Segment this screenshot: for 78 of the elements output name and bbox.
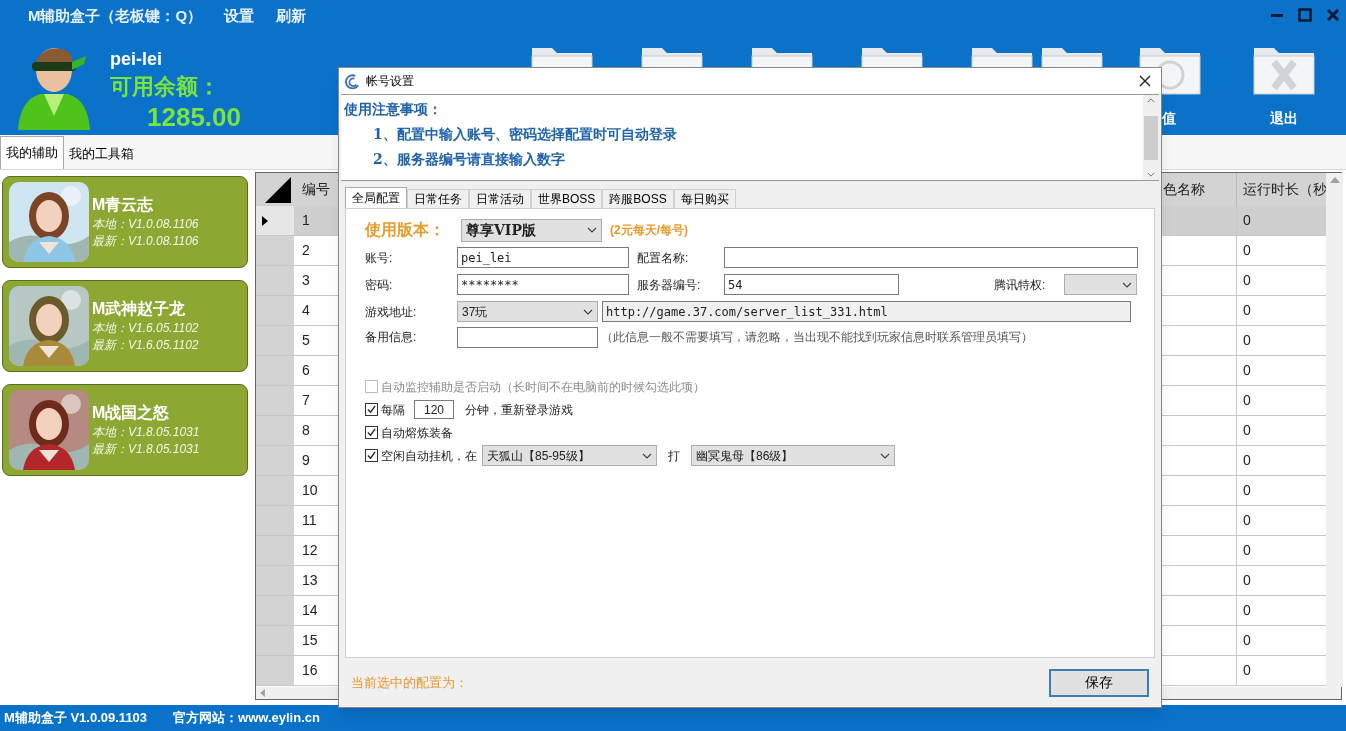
- hint-text: （此信息一般不需要填写，请忽略，当出现不能找到玩家信息时联系管理员填写）: [601, 329, 1033, 346]
- scroll-up-icon[interactable]: [1147, 98, 1155, 103]
- checkbox[interactable]: [365, 403, 378, 416]
- game-name: M青云志: [92, 195, 155, 215]
- input-field[interactable]: http://game.37.com/server_list_331.html: [602, 301, 1131, 322]
- input-field[interactable]: pei_lei: [457, 247, 629, 268]
- option-text: 打: [668, 447, 680, 465]
- input-field[interactable]: [457, 326, 598, 348]
- field-label: 服务器编号:: [637, 276, 702, 294]
- tab[interactable]: 我的辅助: [0, 136, 64, 169]
- maximize-icon[interactable]: [1298, 8, 1312, 22]
- latest-version: 最新：V1.6.05.1102: [92, 337, 199, 354]
- save-button[interactable]: 保存: [1049, 668, 1149, 697]
- checkbox[interactable]: [365, 449, 378, 462]
- balance-label: 可用余额：: [110, 73, 220, 101]
- caret-icon: [642, 452, 652, 459]
- local-version: 本地：V1.8.05.1031: [92, 424, 200, 441]
- game-name: M战国之怒: [92, 403, 171, 423]
- dropdown[interactable]: 尊享VIP版: [461, 218, 602, 242]
- notes-line: 2、服务器编号请直接输入数字: [372, 150, 566, 169]
- corner-icon: [265, 177, 291, 203]
- menu-item[interactable]: 设置: [224, 5, 255, 28]
- tab[interactable]: 每日购买: [673, 189, 736, 208]
- dropdown[interactable]: 37玩: [457, 301, 598, 322]
- field-label: 使用版本：: [365, 220, 446, 240]
- app-logo-icon: [345, 73, 360, 89]
- tab[interactable]: 日常任务: [407, 189, 469, 208]
- close-icon[interactable]: [1139, 75, 1151, 87]
- checkbox-label: 自动熔炼装备: [381, 424, 453, 442]
- latest-version: 最新：V1.0.08.1106: [92, 233, 199, 250]
- scroll-down-icon[interactable]: [1147, 172, 1155, 177]
- user-name: pei-lei: [110, 48, 162, 71]
- price-note: (2元每天/每号): [610, 222, 688, 239]
- balance-value: 1285.00: [147, 102, 241, 132]
- game-name: M武神赵子龙: [92, 299, 187, 319]
- field-label: 配置名称:: [637, 249, 690, 267]
- tab[interactable]: 跨服BOSS: [602, 189, 674, 208]
- checkbox-label: 空闲自动挂机，在: [381, 447, 477, 465]
- tab[interactable]: 日常活动: [469, 189, 531, 208]
- scroll-left-icon[interactable]: [260, 689, 265, 697]
- caret-icon: [1122, 281, 1132, 288]
- dropdown[interactable]: 幽冥鬼母【86级】: [691, 445, 895, 466]
- current-config-label: 当前选中的配置为：: [351, 673, 468, 692]
- input-field[interactable]: [724, 247, 1138, 268]
- input-field[interactable]: 54: [724, 274, 899, 295]
- column-header[interactable]: 编号: [302, 179, 330, 200]
- caret-icon: [583, 308, 593, 315]
- field-label: 腾讯特权:: [994, 276, 1047, 294]
- table-cell: 0: [1236, 206, 1326, 235]
- column-header[interactable]: 色名称: [1163, 179, 1205, 200]
- field-label: 密码:: [365, 276, 394, 294]
- caret-icon: [587, 227, 597, 233]
- notes-line: 1、配置中输入账号、密码选择配置时可自动登录: [372, 125, 678, 144]
- row-header[interactable]: [256, 206, 294, 235]
- checkbox[interactable]: [365, 426, 378, 439]
- notes-heading: 使用注意事项：: [344, 100, 443, 119]
- dropdown[interactable]: 天狐山【85-95级】: [482, 445, 657, 466]
- field-label: 游戏地址:: [365, 303, 418, 321]
- scroll-thumb[interactable]: [1144, 115, 1158, 160]
- app-version: M辅助盒子 V1.0.09.1103: [4, 709, 148, 728]
- local-version: 本地：V1.6.05.1102: [92, 320, 199, 337]
- field-label: 账号:: [365, 249, 394, 267]
- website-text: 官方网站：www.eylin.cn: [173, 709, 320, 728]
- dropdown[interactable]: [1064, 274, 1137, 295]
- input-field[interactable]: ********: [457, 274, 629, 295]
- toolbar-label[interactable]: 值: [1162, 108, 1176, 129]
- tab[interactable]: 全局配置: [345, 187, 407, 208]
- local-version: 本地：V1.0.08.1106: [92, 216, 199, 233]
- app-title: M辅助盒子（老板键：Q）: [28, 6, 203, 26]
- input-field[interactable]: 120: [414, 400, 454, 419]
- latest-version: 最新：V1.8.05.1031: [92, 441, 200, 458]
- scroll-up-icon[interactable]: [1329, 177, 1340, 183]
- tab[interactable]: 世界BOSS: [531, 189, 603, 208]
- caret-icon: [880, 452, 890, 459]
- field-label: 备用信息:: [365, 329, 418, 346]
- toolbar-label[interactable]: 退出: [1270, 108, 1298, 129]
- dialog-title: 帐号设置: [366, 73, 415, 90]
- menu-item[interactable]: 刷新: [276, 5, 307, 28]
